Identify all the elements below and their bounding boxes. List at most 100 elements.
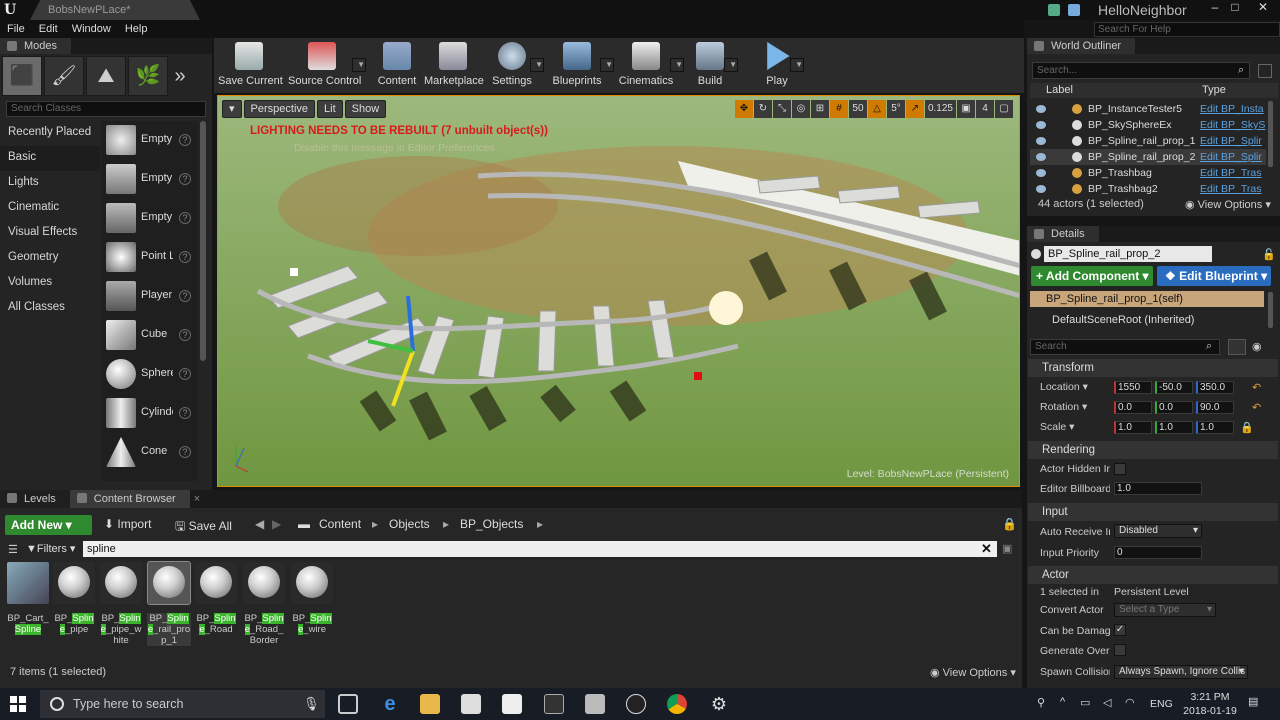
chevron-down-icon[interactable]: ▼ [790,58,804,72]
viewport-menu-icon[interactable]: ▾ [222,100,242,118]
network-icon[interactable]: ▭ [1080,696,1090,709]
sources-toggle-icon[interactable]: ☰ [8,543,18,556]
people-icon[interactable]: ⚲ [1037,696,1045,709]
eye-icon[interactable] [1036,121,1046,129]
row-type-link[interactable]: Edit BP_Tras [1200,181,1266,194]
add-new-button[interactable]: Add New ▾ [5,515,92,535]
chevron-down-icon[interactable]: ▼ [670,58,684,72]
auto-receive-dropdown[interactable]: Disabled ▾ [1114,524,1202,538]
level-viewport[interactable]: ▾ Perspective Lit Show ✥ ↻ ⤡ ◎ ⊞ #50 △ 5° ↗ 0.125 ▣ 4 ▢… [217,95,1020,487]
eye-icon[interactable] [1036,153,1046,161]
outliner-row[interactable]: BP_Trashbag Edit BP_Tras [1030,165,1266,181]
rotation-label[interactable]: Rotation ▾ [1040,401,1110,413]
source-status-icon[interactable] [1068,4,1080,16]
paint-mode-icon[interactable]: 🖌 [44,56,84,96]
grid-snap-value[interactable]: 50 [848,100,867,118]
spline-point[interactable] [290,268,298,276]
chevron-down-icon[interactable]: ▼ [600,58,614,72]
asset-tile[interactable]: BP_Spline_wire [290,562,334,635]
component-default-scene-root[interactable]: DefaultSceneRoot (Inherited) [1030,312,1264,328]
history-back-icon[interactable]: ◀ [255,517,264,531]
outliner-search-input[interactable]: Search... [1032,62,1250,79]
place-item[interactable]: Empty? [101,199,198,238]
tab-modes[interactable]: Modes [0,38,72,54]
category-basic[interactable]: Basic [0,146,100,171]
help-icon[interactable]: ? [179,407,191,419]
row-type-link[interactable]: Edit BP_SkyS [1200,117,1266,133]
asset-tile[interactable]: BP_Spline_pipe [52,562,96,635]
lock-icon[interactable]: 🔓 [1262,248,1276,261]
outliner-row-selected[interactable]: BP_Spline_rail_prop_2 Edit BP_Splir [1030,149,1266,165]
scale-icon[interactable]: ⤡ [772,100,791,118]
task-view-icon[interactable] [338,694,358,714]
app-icon[interactable] [585,694,605,714]
grid-snap-icon[interactable]: # [829,100,848,118]
rotation-snap-value[interactable]: 5° [886,100,905,118]
windows-start-icon[interactable] [10,696,26,712]
outliner-row[interactable]: BP_Spline_rail_prop_1 Edit BP_Splir [1030,133,1266,149]
help-icon[interactable]: ? [179,251,191,263]
settings-gear-icon[interactable]: ⚙ [709,694,729,714]
details-search-input[interactable]: Search [1030,339,1220,355]
section-input[interactable]: Input [1028,503,1278,521]
history-forward-icon[interactable]: ▶ [272,517,281,531]
tab-levels[interactable]: Levels [0,490,70,508]
scale-snap-value[interactable]: 0.125 [924,100,956,118]
settings-button[interactable]: Settings ▼ [490,38,544,93]
eye-icon[interactable] [1036,185,1046,193]
content-view-options[interactable]: ◉ View Options ▾ [930,666,1016,679]
menu-file[interactable]: File [0,20,32,38]
location-z-field[interactable]: 350.0 [1196,381,1234,394]
show-button[interactable]: Show [344,100,387,118]
clock[interactable]: 3:21 PM 2018-01-19 [1180,690,1240,718]
asset-tile[interactable]: BP_Cart_Spline [6,562,50,635]
place-item[interactable]: Empty? [101,121,198,160]
convert-actor-dropdown[interactable]: Select a Type ▾ [1114,603,1216,617]
more-modes-icon[interactable]: » [170,57,190,97]
help-icon[interactable]: ? [179,446,191,458]
save-current-button[interactable]: Save Current [218,38,283,93]
row-type-link[interactable]: Edit BP_Splir [1200,149,1266,165]
help-icon[interactable]: ? [179,173,191,185]
help-icon[interactable]: ? [179,134,191,146]
camera-speed-icon[interactable]: ▣ [957,100,975,118]
foliage-mode-icon[interactable]: 🌿 [128,56,168,96]
actor-name-field[interactable]: BP_Spline_rail_prop_2 [1044,246,1212,262]
help-icon[interactable]: ? [179,212,191,224]
volume-icon[interactable]: ◁ [1103,696,1111,709]
add-component-button[interactable]: + Add Component ▾ [1031,266,1153,286]
chevron-down-icon[interactable]: ▼ [352,58,366,72]
eye-icon[interactable] [1036,169,1046,177]
row-type-link[interactable]: Edit BP_Splir [1200,133,1266,149]
scale-y-field[interactable]: 1.0 [1155,421,1193,434]
category-cinematic[interactable]: Cinematic [0,196,100,221]
location-y-field[interactable]: -50.0 [1155,381,1193,394]
category-volumes[interactable]: Volumes [0,271,100,296]
scale-label[interactable]: Scale ▾ [1040,421,1110,433]
asset-tile[interactable]: BP_Spline_pipe_white [99,562,143,646]
translate-icon[interactable]: ✥ [734,100,753,118]
reset-location-icon[interactable]: ↶ [1252,381,1261,394]
tab-details[interactable]: Details [1027,226,1099,242]
surface-snap-icon[interactable]: ⊞ [810,100,829,118]
breadcrumb-content[interactable]: Content [319,517,361,531]
source-control-button[interactable]: Source Control ▼ [288,38,366,93]
unreal-engine-icon[interactable] [626,694,646,714]
microphone-icon[interactable]: 🎙 [303,696,320,712]
asset-tile[interactable]: BP_Spline_Road_Border [242,562,286,646]
maximize-icon[interactable]: □ [1225,0,1245,16]
tab-content-browser[interactable]: Content Browser [69,490,190,508]
asset-tile-selected[interactable]: BP_Spline_rail_prop_1 [147,561,191,646]
category-all-classes[interactable]: All Classes [0,296,100,321]
rotation-y-field[interactable]: 0.0 [1155,401,1193,414]
blueprints-button[interactable]: Blueprints ▼ [550,38,614,93]
eye-icon[interactable] [1036,105,1046,113]
import-button[interactable]: ⬇ Import [104,517,151,531]
place-item[interactable]: Player? [101,277,198,316]
modes-scrollbar[interactable] [200,121,206,361]
generate-overlap-checkbox[interactable] [1114,644,1126,656]
content-button[interactable]: Content [374,38,420,93]
place-mode-icon[interactable]: ⬛ [2,56,42,96]
language-indicator[interactable]: ENG [1150,698,1173,710]
place-item[interactable]: Cone? [101,433,198,472]
